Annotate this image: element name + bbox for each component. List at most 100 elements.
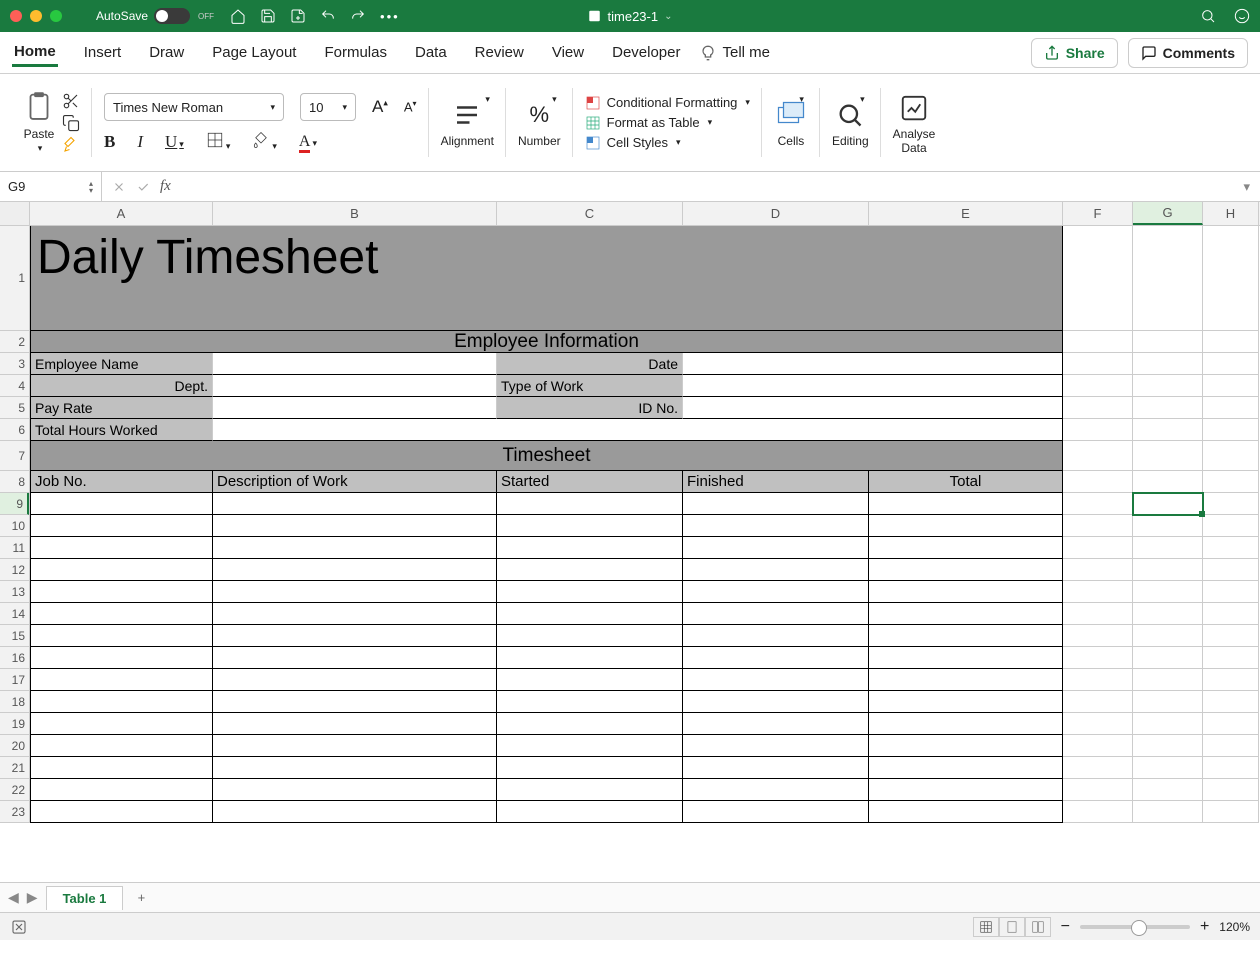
table-cell[interactable] bbox=[30, 801, 213, 823]
col-header-e[interactable]: E bbox=[869, 202, 1063, 225]
row-header[interactable]: 20 bbox=[0, 735, 29, 757]
format-as-table-button[interactable]: Format as Table▾ bbox=[585, 115, 750, 131]
table-cell[interactable] bbox=[30, 493, 213, 515]
cell[interactable] bbox=[1133, 353, 1203, 375]
table-cell[interactable] bbox=[213, 625, 497, 647]
chevron-down-icon[interactable]: ▾ bbox=[860, 94, 865, 105]
table-cell[interactable] bbox=[497, 559, 683, 581]
input-cell[interactable] bbox=[683, 375, 1063, 397]
tab-developer[interactable]: Developer bbox=[610, 40, 682, 65]
table-cell[interactable] bbox=[683, 647, 869, 669]
cell[interactable] bbox=[1203, 735, 1259, 757]
table-cell[interactable] bbox=[213, 779, 497, 801]
cell[interactable] bbox=[1203, 625, 1259, 647]
autosave-toggle[interactable]: AutoSave OFF bbox=[96, 8, 214, 24]
cell[interactable] bbox=[1063, 801, 1133, 823]
table-cell[interactable] bbox=[683, 603, 869, 625]
increase-font-icon[interactable]: A▴ bbox=[372, 97, 388, 117]
table-cell[interactable] bbox=[869, 669, 1063, 691]
input-cell[interactable] bbox=[213, 419, 1063, 441]
table-cell[interactable] bbox=[30, 559, 213, 581]
cell[interactable] bbox=[1063, 353, 1133, 375]
table-cell[interactable] bbox=[869, 559, 1063, 581]
cell[interactable] bbox=[1203, 713, 1259, 735]
cell[interactable] bbox=[1063, 559, 1133, 581]
cell[interactable] bbox=[1063, 331, 1133, 353]
table-cell[interactable] bbox=[869, 779, 1063, 801]
table-cell[interactable] bbox=[869, 713, 1063, 735]
cell[interactable] bbox=[1203, 603, 1259, 625]
paste-button[interactable]: Paste ▾ bbox=[22, 91, 56, 154]
table-cell[interactable] bbox=[497, 757, 683, 779]
input-cell[interactable] bbox=[683, 397, 1063, 419]
cell[interactable] bbox=[1133, 647, 1203, 669]
table-header[interactable]: Job No. bbox=[30, 471, 213, 493]
label-cell[interactable]: Pay Rate bbox=[30, 397, 213, 419]
row-header[interactable]: 12 bbox=[0, 559, 29, 581]
table-cell[interactable] bbox=[30, 625, 213, 647]
comments-button[interactable]: Comments bbox=[1128, 38, 1248, 68]
table-cell[interactable] bbox=[30, 537, 213, 559]
table-cell[interactable] bbox=[213, 581, 497, 603]
chevron-down-icon[interactable]: ▾ bbox=[485, 94, 490, 105]
copy-icon[interactable] bbox=[62, 114, 80, 132]
cell-styles-button[interactable]: Cell Styles▾ bbox=[585, 135, 750, 151]
font-size-select[interactable]: 10▾ bbox=[300, 93, 356, 121]
table-cell[interactable] bbox=[497, 801, 683, 823]
col-header-c[interactable]: C bbox=[497, 202, 683, 225]
smiley-icon[interactable] bbox=[1234, 8, 1250, 24]
cell[interactable] bbox=[1063, 691, 1133, 713]
cell[interactable] bbox=[1063, 226, 1133, 331]
cell[interactable] bbox=[1133, 735, 1203, 757]
table-cell[interactable] bbox=[497, 537, 683, 559]
bold-button[interactable]: B bbox=[104, 132, 115, 152]
table-header[interactable]: Total bbox=[869, 471, 1063, 493]
table-cell[interactable] bbox=[869, 801, 1063, 823]
cell[interactable] bbox=[1133, 801, 1203, 823]
table-cell[interactable] bbox=[30, 603, 213, 625]
cell[interactable] bbox=[1203, 375, 1259, 397]
cell[interactable] bbox=[1063, 441, 1133, 471]
table-cell[interactable] bbox=[30, 515, 213, 537]
col-header-f[interactable]: F bbox=[1063, 202, 1133, 225]
cell[interactable] bbox=[1133, 691, 1203, 713]
table-cell[interactable] bbox=[497, 647, 683, 669]
accept-formula-icon[interactable] bbox=[136, 180, 150, 194]
font-color-button[interactable]: A▾ bbox=[299, 133, 317, 151]
table-cell[interactable] bbox=[497, 779, 683, 801]
row-header[interactable]: 11 bbox=[0, 537, 29, 559]
cell[interactable] bbox=[1203, 581, 1259, 603]
editing-button[interactable]: Editing bbox=[832, 98, 869, 148]
cell[interactable] bbox=[1133, 331, 1203, 353]
cell[interactable] bbox=[1203, 493, 1259, 515]
cell[interactable] bbox=[1133, 537, 1203, 559]
tab-draw[interactable]: Draw bbox=[147, 40, 186, 65]
table-cell[interactable] bbox=[683, 493, 869, 515]
spreadsheet-grid[interactable]: A B C D E F G H 1 2 3 4 5 6 7 8 9 10 11 … bbox=[0, 202, 1260, 882]
borders-button[interactable]: ▾ bbox=[206, 131, 231, 152]
row-header[interactable]: 4 bbox=[0, 375, 29, 397]
toggle-switch-icon[interactable] bbox=[154, 8, 190, 24]
row-header[interactable]: 16 bbox=[0, 647, 29, 669]
table-cell[interactable] bbox=[30, 713, 213, 735]
table-cell[interactable] bbox=[683, 735, 869, 757]
table-cell[interactable] bbox=[213, 669, 497, 691]
table-cell[interactable] bbox=[683, 559, 869, 581]
chevron-down-icon[interactable]: ▾ bbox=[799, 94, 804, 105]
row-header[interactable]: 9 bbox=[0, 493, 29, 515]
save-icon[interactable] bbox=[260, 8, 276, 24]
zoom-out-button[interactable]: − bbox=[1061, 918, 1070, 936]
row-header[interactable]: 23 bbox=[0, 801, 29, 823]
cell[interactable] bbox=[1133, 779, 1203, 801]
col-header-d[interactable]: D bbox=[683, 202, 869, 225]
cell[interactable] bbox=[1203, 559, 1259, 581]
cell[interactable] bbox=[1203, 419, 1259, 441]
more-icon[interactable]: ••• bbox=[380, 9, 400, 24]
row-header[interactable]: 21 bbox=[0, 757, 29, 779]
table-cell[interactable] bbox=[213, 757, 497, 779]
next-sheet-icon[interactable]: ▶ bbox=[27, 889, 38, 906]
cell[interactable] bbox=[1063, 669, 1133, 691]
number-format-button[interactable]: % Number bbox=[518, 98, 561, 148]
tab-data[interactable]: Data bbox=[413, 40, 449, 65]
cell[interactable] bbox=[1133, 559, 1203, 581]
